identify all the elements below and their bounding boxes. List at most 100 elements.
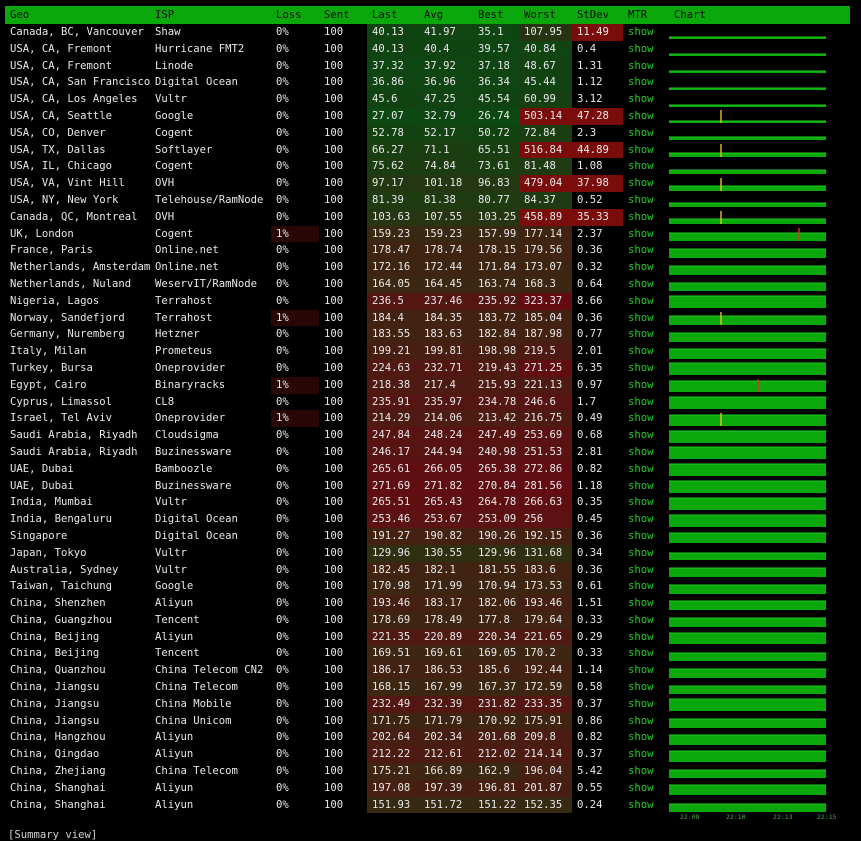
mtr-show-link[interactable]: show — [623, 58, 669, 75]
col-header-geo[interactable]: Geo — [5, 6, 150, 24]
cell-geo: Nigeria, Lagos — [10, 294, 100, 307]
mtr-show-link[interactable]: show — [623, 276, 669, 293]
mtr-show-link[interactable]: show — [623, 578, 669, 595]
table-row: France, Paris Online.net 0% 100 178.47 178.74… — [5, 242, 850, 260]
cell-avg: 172.44 — [419, 259, 473, 276]
mtr-show-link[interactable]: show — [623, 175, 669, 192]
cell-best: 171.84 — [473, 259, 519, 276]
mtr-show-link[interactable]: show — [623, 511, 669, 528]
cell-stdev: 1.14 — [577, 664, 603, 677]
cell-sent: 100 — [324, 714, 344, 727]
mtr-show-link[interactable]: show — [623, 645, 669, 662]
cell-geo: Australia, Sydney — [10, 563, 119, 576]
mtr-show-link[interactable]: show — [623, 662, 669, 679]
cell-geo: USA, CA, Seattle — [10, 109, 113, 122]
sparkline-svg — [669, 282, 826, 292]
cell-geo: Saudi Arabia, Riyadh — [10, 429, 138, 442]
cell-isp: Aliyun — [155, 748, 194, 761]
mtr-show-link[interactable]: show — [623, 259, 669, 276]
cell-isp: Buzinessware — [155, 479, 232, 492]
mtr-show-link[interactable]: show — [623, 427, 669, 444]
latency-sparkline — [669, 343, 850, 360]
col-header-loss[interactable]: Loss — [271, 6, 319, 24]
col-header-mtr[interactable]: MTR — [623, 6, 669, 24]
mtr-show-link[interactable]: show — [623, 158, 669, 175]
sparkline-svg — [669, 668, 826, 678]
mtr-show-link[interactable]: show — [623, 763, 669, 780]
cell-best: 247.49 — [473, 427, 519, 444]
mtr-show-link[interactable]: show — [623, 461, 669, 478]
cell-sent: 100 — [324, 697, 344, 710]
mtr-show-link[interactable]: show — [623, 696, 669, 713]
cell-stdev: 0.97 — [577, 378, 603, 391]
mtr-show-link[interactable]: show — [623, 360, 669, 377]
mtr-show-link[interactable]: show — [623, 478, 669, 495]
mtr-show-link[interactable]: show — [623, 108, 669, 125]
mtr-show-link[interactable]: show — [623, 74, 669, 91]
cell-avg: 232.71 — [419, 359, 473, 377]
table-row: UK, London Cogent 1% 100 159.23 159.23 157.99 1… — [5, 225, 850, 243]
cell-geo: India, Bengaluru — [10, 513, 113, 526]
mtr-show-link[interactable]: show — [623, 91, 669, 108]
cell-stdev: 0.33 — [577, 647, 603, 660]
mtr-show-link[interactable]: show — [623, 209, 669, 226]
col-header-avg[interactable]: Avg — [419, 6, 473, 24]
mtr-show-link[interactable]: show — [623, 142, 669, 159]
col-header-stdev[interactable]: StDev — [572, 6, 623, 24]
cell-geo: Cyprus, Limassol — [10, 395, 113, 408]
col-header-sent[interactable]: Sent — [319, 6, 367, 24]
mtr-show-link[interactable]: show — [623, 394, 669, 411]
mtr-show-link[interactable]: show — [623, 780, 669, 797]
mtr-show-link[interactable]: show — [623, 192, 669, 209]
cell-best: 264.78 — [473, 494, 519, 512]
mtr-show-link[interactable]: show — [623, 444, 669, 461]
mtr-show-link[interactable]: show — [623, 326, 669, 343]
sparkline-svg — [669, 177, 826, 191]
cell-worst: 172.59 — [519, 679, 572, 696]
mtr-show-link[interactable]: show — [623, 679, 669, 696]
cell-sent: 100 — [324, 681, 344, 694]
col-header-worst[interactable]: Worst — [519, 6, 572, 24]
mtr-show-link[interactable]: show — [623, 612, 669, 629]
cell-stdev: 11.49 — [572, 24, 623, 41]
cell-stdev: 0.52 — [577, 193, 603, 206]
mtr-show-link[interactable]: show — [623, 310, 669, 327]
cell-worst: 168.3 — [519, 275, 572, 293]
mtr-show-link[interactable]: show — [623, 343, 669, 360]
cell-worst: 131.68 — [519, 544, 572, 562]
mtr-show-link[interactable]: show — [623, 226, 669, 243]
cell-avg: 151.72 — [419, 796, 473, 814]
cell-loss: 1% — [271, 410, 319, 428]
cell-best: 96.83 — [473, 175, 519, 192]
cell-best: 65.51 — [473, 141, 519, 159]
mtr-show-link[interactable]: show — [623, 377, 669, 394]
mtr-show-link[interactable]: show — [623, 595, 669, 612]
mtr-show-link[interactable]: show — [623, 746, 669, 763]
cell-stdev: 0.34 — [577, 546, 603, 559]
mtr-show-link[interactable]: show — [623, 125, 669, 142]
mtr-show-link[interactable]: show — [623, 713, 669, 730]
mtr-show-link[interactable]: show — [623, 729, 669, 746]
mtr-show-link[interactable]: show — [623, 293, 669, 310]
mtr-show-link[interactable]: show — [623, 41, 669, 58]
cell-loss: 0% — [276, 160, 289, 173]
col-header-best[interactable]: Best — [473, 6, 519, 24]
cell-loss: 0% — [276, 580, 289, 593]
sparkline-svg — [669, 332, 826, 342]
mtr-show-link[interactable]: show — [623, 528, 669, 545]
mtr-show-link[interactable]: show — [623, 629, 669, 646]
col-header-isp[interactable]: ISP — [150, 6, 271, 24]
cell-last: 224.63 — [367, 359, 419, 377]
col-header-chart[interactable]: Chart — [669, 6, 850, 24]
mtr-show-link[interactable]: show — [623, 242, 669, 259]
summary-view-link[interactable]: [Summary view] — [8, 829, 97, 841]
cell-isp: China Mobile — [155, 697, 232, 710]
col-header-last[interactable]: Last — [367, 6, 419, 24]
mtr-show-link[interactable]: show — [623, 797, 669, 814]
cell-last: 183.55 — [367, 326, 419, 344]
mtr-show-link[interactable]: show — [623, 24, 669, 41]
mtr-show-link[interactable]: show — [623, 562, 669, 579]
mtr-show-link[interactable]: show — [623, 545, 669, 562]
mtr-show-link[interactable]: show — [623, 410, 669, 427]
mtr-show-link[interactable]: show — [623, 494, 669, 511]
